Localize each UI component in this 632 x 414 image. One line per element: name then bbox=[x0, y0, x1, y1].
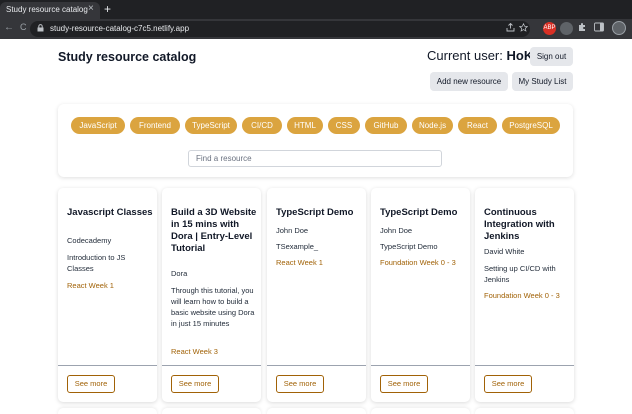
see-more-button[interactable]: See more bbox=[67, 375, 115, 393]
back-icon[interactable]: ← bbox=[4, 22, 14, 33]
card-week: React Week 1 bbox=[276, 258, 323, 267]
tab-title: Study resource catalog bbox=[6, 5, 88, 14]
profile-avatar[interactable] bbox=[612, 21, 626, 35]
tag-html[interactable]: HTML bbox=[287, 117, 323, 134]
lock-icon bbox=[37, 24, 44, 34]
card-week: React Week 3 bbox=[171, 347, 218, 356]
card-title: Javascript Classes bbox=[67, 207, 153, 218]
bookmark-star-icon[interactable] bbox=[518, 22, 529, 34]
card-divider bbox=[58, 365, 157, 366]
resource-card: Continuous Integration with Jenkins Davi… bbox=[475, 188, 574, 402]
tag-react[interactable]: React bbox=[458, 117, 497, 134]
card-title: TypeScript Demo bbox=[276, 207, 354, 218]
card-description: Setting up CI/CD with Jenkins bbox=[484, 264, 556, 284]
tag-frontend[interactable]: Frontend bbox=[130, 117, 180, 134]
adblock-extension-icon[interactable]: ABP bbox=[543, 22, 556, 35]
browser-tab[interactable]: Study resource catalog × bbox=[0, 2, 100, 19]
study-list-button[interactable]: My Study List bbox=[512, 72, 573, 91]
resource-card-partial bbox=[267, 408, 366, 414]
sign-out-button[interactable]: Sign out bbox=[530, 47, 573, 66]
tag-cicd[interactable]: CI/CD bbox=[242, 117, 282, 134]
tag-github[interactable]: GitHub bbox=[365, 117, 407, 134]
page-title: Study resource catalog bbox=[58, 50, 197, 64]
see-more-button[interactable]: See more bbox=[276, 375, 324, 393]
current-user: Current user: HoKei bbox=[427, 48, 544, 63]
resource-card-partial bbox=[162, 408, 261, 414]
browser-toolbar: ← C study-resource-catalog-c7c5.netlify.… bbox=[0, 19, 632, 39]
new-tab-button[interactable]: + bbox=[104, 2, 111, 16]
see-more-button[interactable]: See more bbox=[484, 375, 532, 393]
card-author: John Doe bbox=[380, 226, 413, 235]
card-description: TSexample_ bbox=[276, 242, 319, 251]
add-resource-button[interactable]: Add new resource bbox=[430, 72, 508, 91]
browser-chrome: Study resource catalog × + ← C study-res… bbox=[0, 0, 632, 39]
see-more-button[interactable]: See more bbox=[380, 375, 428, 393]
card-divider bbox=[267, 365, 366, 366]
url-text: study-resource-catalog-c7c5.netlify.app bbox=[50, 24, 190, 33]
resource-card-partial bbox=[371, 408, 470, 414]
resource-card-partial bbox=[58, 408, 157, 414]
card-description: Introduction to JS Classes bbox=[67, 253, 126, 273]
current-user-label: Current user: bbox=[427, 48, 503, 63]
tag-css[interactable]: CSS bbox=[328, 117, 360, 134]
see-more-button[interactable]: See more bbox=[171, 375, 219, 393]
resource-card: TypeScript Demo John Doe TSexample_ Reac… bbox=[267, 188, 366, 402]
card-author: John Doe bbox=[276, 226, 309, 235]
resource-card: Build a 3D Website in 15 mins with Dora … bbox=[162, 188, 261, 402]
tab-close-icon[interactable]: × bbox=[88, 3, 94, 14]
puzzle-extensions-icon[interactable] bbox=[577, 22, 587, 35]
card-title: TypeScript Demo bbox=[380, 207, 458, 218]
reload-icon[interactable]: C bbox=[20, 22, 27, 32]
card-description: TypeScript Demo bbox=[380, 242, 438, 251]
card-divider bbox=[162, 365, 261, 366]
card-title: Build a 3D Website in 15 mins with Dora … bbox=[171, 207, 257, 254]
card-week: Foundation Week 0 - 3 bbox=[484, 291, 560, 300]
resource-card: TypeScript Demo John Doe TypeScript Demo… bbox=[371, 188, 470, 402]
card-author: Codecademy bbox=[67, 236, 112, 245]
tab-strip: Study resource catalog × + bbox=[0, 0, 632, 19]
tag-nodejs[interactable]: Node.js bbox=[412, 117, 453, 134]
resource-card-partial bbox=[475, 408, 574, 414]
card-divider bbox=[371, 365, 470, 366]
card-week: Foundation Week 0 - 3 bbox=[380, 258, 456, 267]
side-panel-icon[interactable] bbox=[594, 22, 604, 35]
card-title: Continuous Integration with Jenkins bbox=[484, 207, 555, 242]
share-icon[interactable] bbox=[506, 22, 515, 34]
card-divider bbox=[475, 365, 574, 366]
filter-panel: JavaScript Frontend TypeScript CI/CD HTM… bbox=[58, 104, 573, 177]
tag-typescript[interactable]: TypeScript bbox=[185, 117, 237, 134]
resource-card: Javascript Classes Codecademy Introducti… bbox=[58, 188, 157, 402]
card-author: David White bbox=[484, 247, 525, 256]
tag-postgresql[interactable]: PostgreSQL bbox=[502, 117, 560, 134]
address-bar[interactable]: study-resource-catalog-c7c5.netlify.app bbox=[30, 21, 530, 37]
card-author: Dora bbox=[171, 269, 188, 278]
extension-icon[interactable] bbox=[560, 22, 573, 35]
tag-javascript[interactable]: JavaScript bbox=[71, 117, 125, 134]
search-input[interactable]: Find a resource bbox=[188, 150, 442, 167]
card-description: Through this tutorial, you will learn ho… bbox=[171, 286, 255, 328]
card-week: React Week 1 bbox=[67, 281, 114, 290]
